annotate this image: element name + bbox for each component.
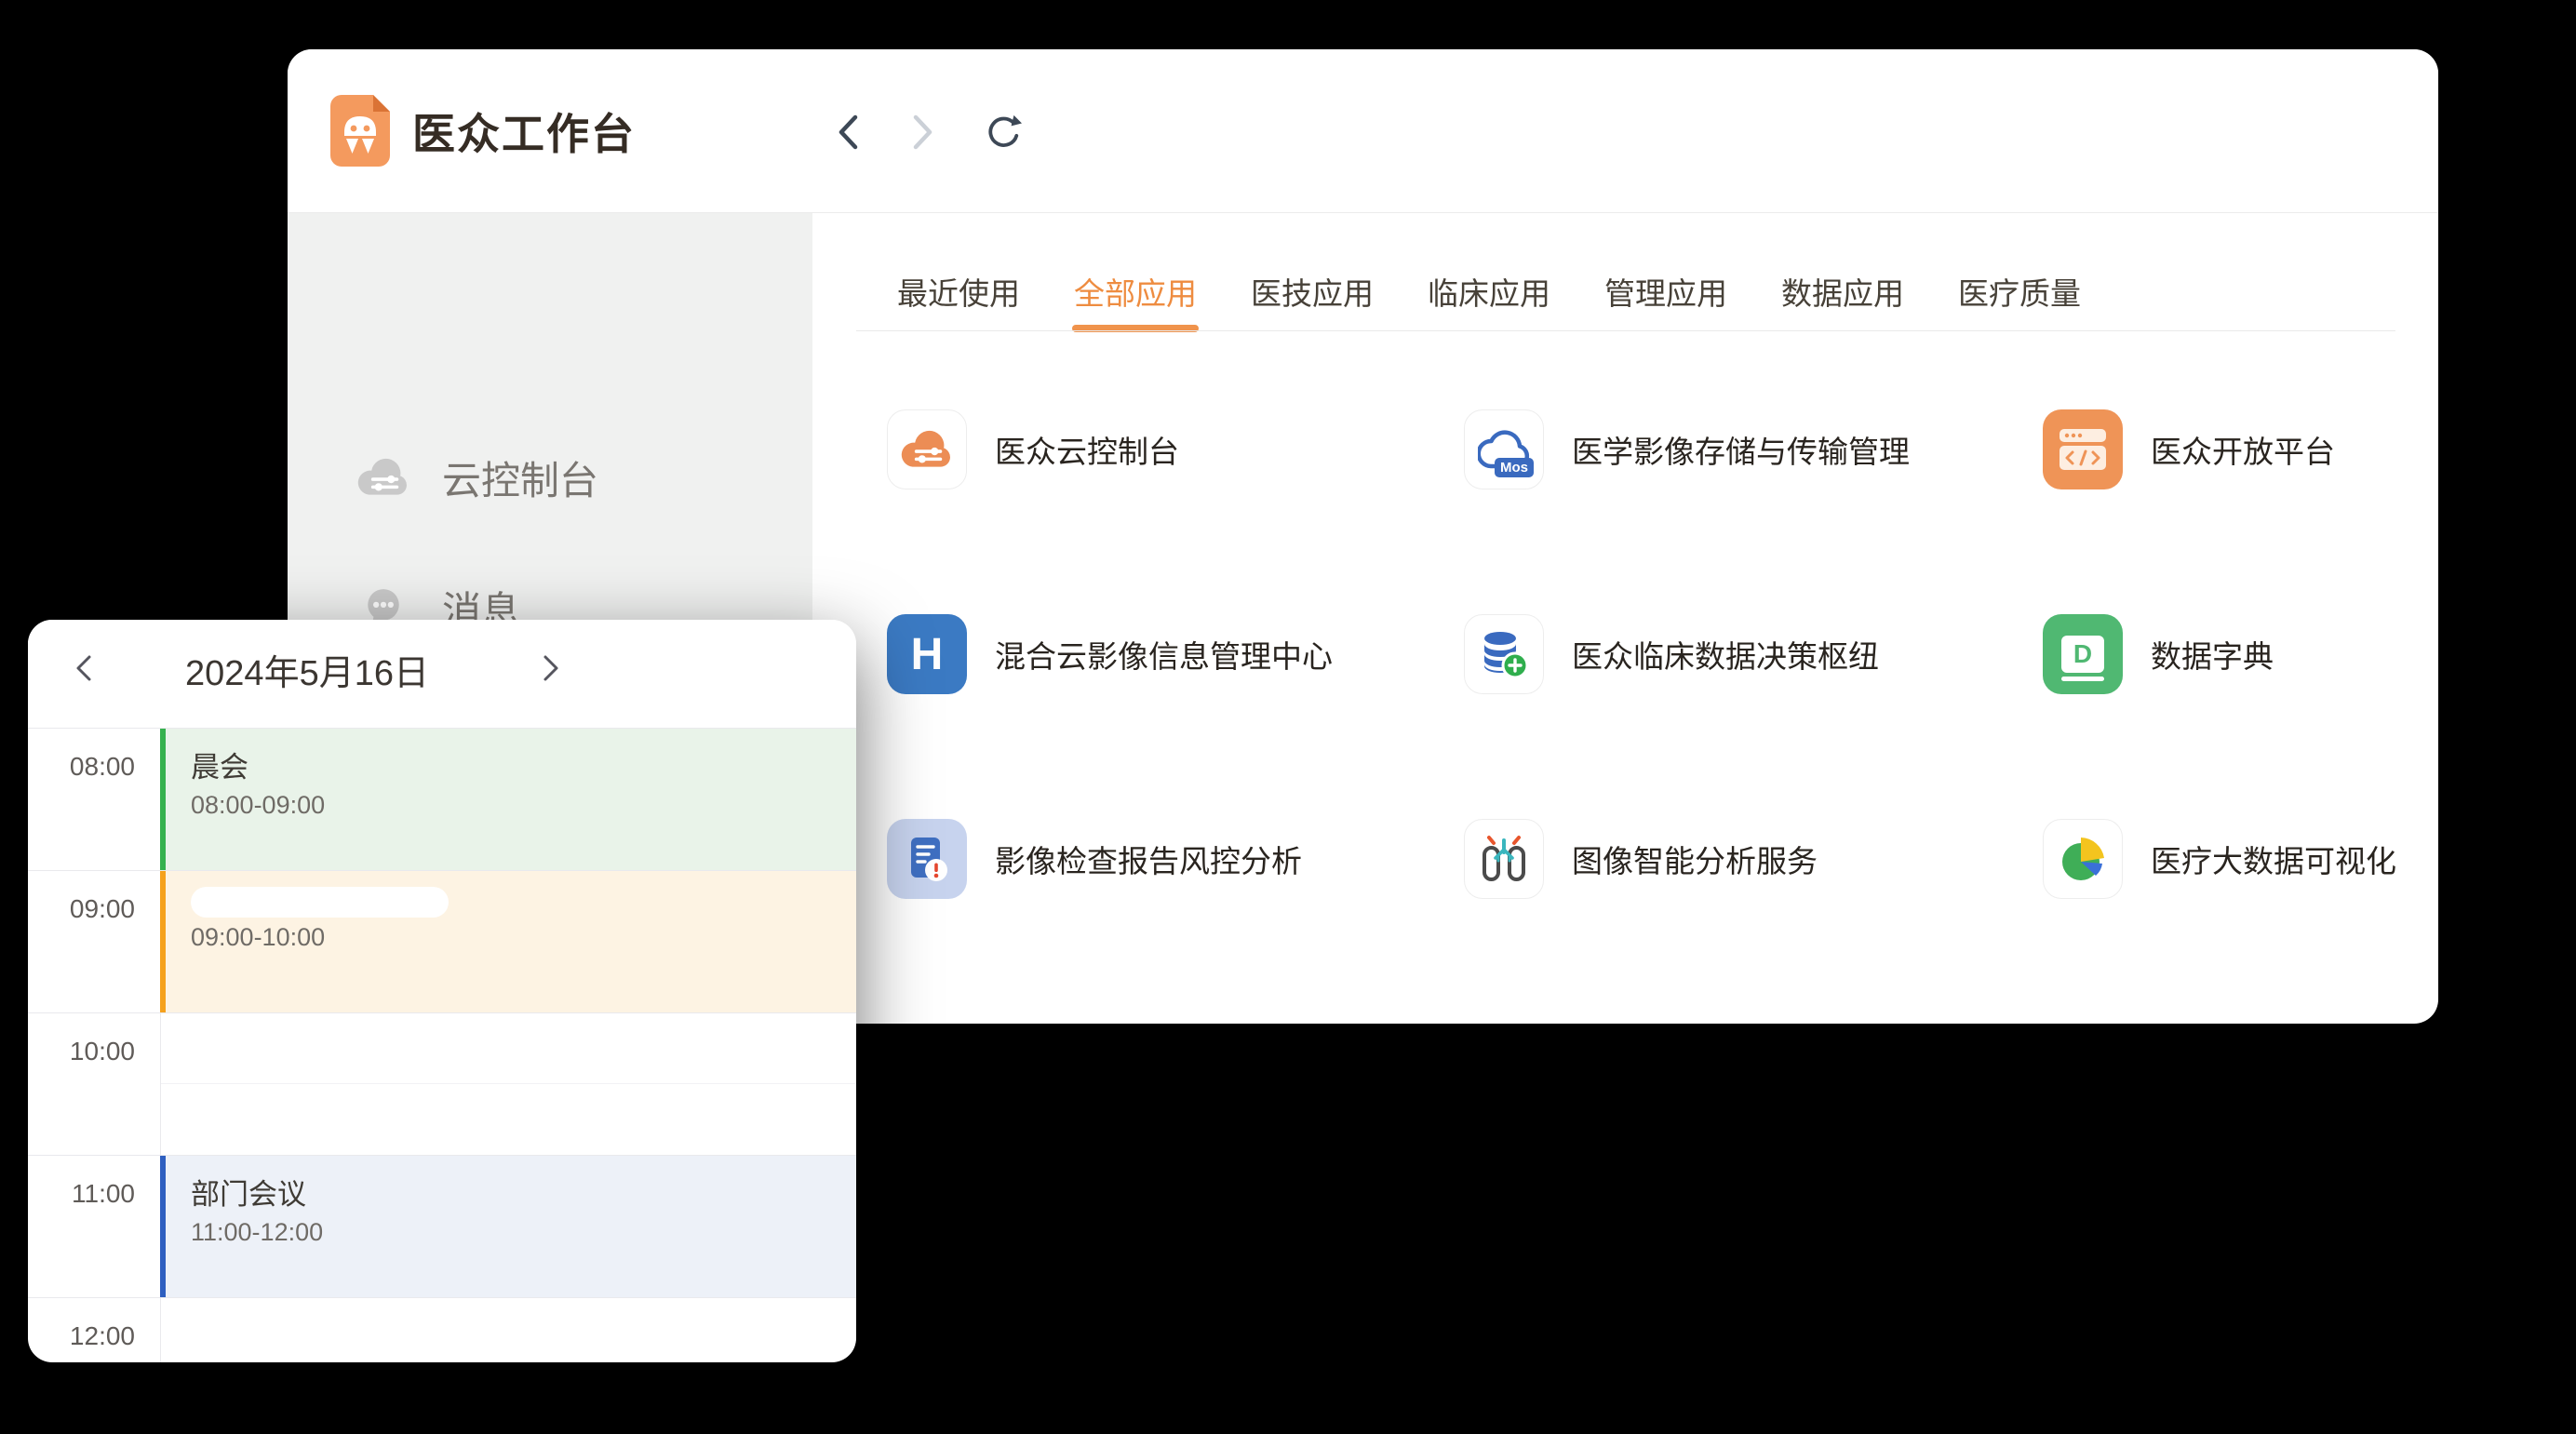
calendar-date-label: 2024年5月16日 xyxy=(140,620,475,718)
chevron-left-icon xyxy=(835,112,863,153)
app-label: 医学影像存储与传输管理 xyxy=(1572,427,1910,472)
sidebar-item-label: 云控制台 xyxy=(442,449,598,506)
app-label: 影像检查报告风控分析 xyxy=(995,837,1302,881)
app-label: 医众云控制台 xyxy=(995,427,1179,472)
tab-admin-apps[interactable]: 管理应用 xyxy=(1604,265,1727,317)
app-label: 数据字典 xyxy=(2151,632,2274,677)
hybrid-cloud-h-icon: H xyxy=(887,614,967,694)
app-label: 图像智能分析服务 xyxy=(1572,837,1818,881)
calendar-event-redacted[interactable]: 09:00-10:00 xyxy=(160,871,856,1012)
app-data-dictionary[interactable]: D 数据字典 xyxy=(2043,614,2274,694)
app-label: 医众开放平台 xyxy=(2151,427,2335,472)
app-clinical-data-hub[interactable]: 医众临床数据决策枢纽 xyxy=(1464,614,1879,694)
pie-chart-icon xyxy=(2043,819,2123,899)
mos-badge: Mos xyxy=(1495,458,1534,477)
event-time: 09:00-10:00 xyxy=(191,923,856,952)
cloud-icon xyxy=(355,453,412,502)
tab-all-apps[interactable]: 全部应用 xyxy=(1074,265,1197,317)
tab-data-apps[interactable]: 数据应用 xyxy=(1781,265,1904,317)
cloud-console-icon xyxy=(887,409,967,489)
chevron-left-icon xyxy=(72,652,96,684)
app-label: 医众临床数据决策枢纽 xyxy=(1572,632,1879,677)
calendar-next-day-button[interactable] xyxy=(530,648,571,689)
hour-label: 10:00 xyxy=(28,1037,135,1066)
medical-image-cloud-icon: Mos xyxy=(1464,409,1544,489)
lungs-icon xyxy=(1464,819,1544,899)
open-platform-icon xyxy=(2043,409,2123,489)
hour-label: 09:00 xyxy=(28,894,135,924)
app-open-platform[interactable]: 医众开放平台 xyxy=(2043,409,2335,489)
forward-button[interactable] xyxy=(904,112,941,153)
chevron-right-icon xyxy=(908,112,936,153)
hour-label: 08:00 xyxy=(28,752,135,782)
tab-quality[interactable]: 医疗质量 xyxy=(1958,265,2081,317)
hour-label: 11:00 xyxy=(28,1179,135,1209)
hour-line xyxy=(28,1012,856,1013)
tabs-divider xyxy=(856,330,2395,331)
app-hybrid-cloud-imaging[interactable]: H 混合云影像信息管理中心 xyxy=(887,614,1333,694)
tab-medtech-apps[interactable]: 医技应用 xyxy=(1251,265,1374,317)
event-time: 11:00-12:00 xyxy=(191,1218,856,1247)
database-plus-icon xyxy=(1464,614,1544,694)
app-label: 医疗大数据可视化 xyxy=(2151,837,2396,881)
hour-line xyxy=(28,1297,856,1298)
calendar-event-morning-meeting[interactable]: 晨会 08:00-09:00 xyxy=(160,729,856,870)
app-label: 混合云影像信息管理中心 xyxy=(995,632,1333,677)
calendar-panel: 2024年5月16日 08:00 09:00 10:00 11:00 12:00… xyxy=(28,620,856,1362)
report-risk-icon xyxy=(887,819,967,899)
window-header: 医众工作台 xyxy=(288,49,2438,212)
chevron-right-icon xyxy=(539,652,563,684)
app-pacs-storage[interactable]: Mos 医学影像存储与传输管理 xyxy=(1464,409,1910,489)
event-title-redacted xyxy=(191,887,449,918)
calendar-prev-day-button[interactable] xyxy=(63,648,104,689)
app-report-risk-analysis[interactable]: 影像检查报告风控分析 xyxy=(887,819,1302,899)
refresh-button[interactable] xyxy=(985,112,1022,153)
event-color-bar xyxy=(160,729,166,870)
app-bigdata-visualization[interactable]: 医疗大数据可视化 xyxy=(2043,819,2396,899)
data-dictionary-icon: D xyxy=(2043,614,2123,694)
app-cloud-console[interactable]: 医众云控制台 xyxy=(887,409,1179,489)
calendar-header: 2024年5月16日 xyxy=(28,620,856,728)
app-image-ai-analysis[interactable]: 图像智能分析服务 xyxy=(1464,819,1818,899)
book-icon: D xyxy=(2061,636,2104,673)
calendar-event-department-meeting[interactable]: 部门会议 11:00-12:00 xyxy=(160,1156,856,1297)
back-button[interactable] xyxy=(830,112,867,153)
half-hour-line xyxy=(160,1083,856,1084)
tab-bar: 最近使用 全部应用 医技应用 临床应用 管理应用 数据应用 医疗质量 xyxy=(897,265,2081,317)
event-title: 晨会 xyxy=(191,744,856,785)
hour-label: 12:00 xyxy=(28,1321,135,1351)
event-time: 08:00-09:00 xyxy=(191,791,856,820)
event-color-bar xyxy=(160,1156,166,1297)
app-logo-icon xyxy=(330,95,390,167)
app-title: 医众工作台 xyxy=(412,49,636,212)
tab-clinical-apps[interactable]: 临床应用 xyxy=(1428,265,1550,317)
event-color-bar xyxy=(160,871,166,1012)
event-title: 部门会议 xyxy=(191,1171,856,1213)
sidebar-item-cloud-console[interactable]: 云控制台 xyxy=(288,431,812,524)
refresh-icon xyxy=(985,113,1022,152)
tab-recent[interactable]: 最近使用 xyxy=(897,265,1020,317)
